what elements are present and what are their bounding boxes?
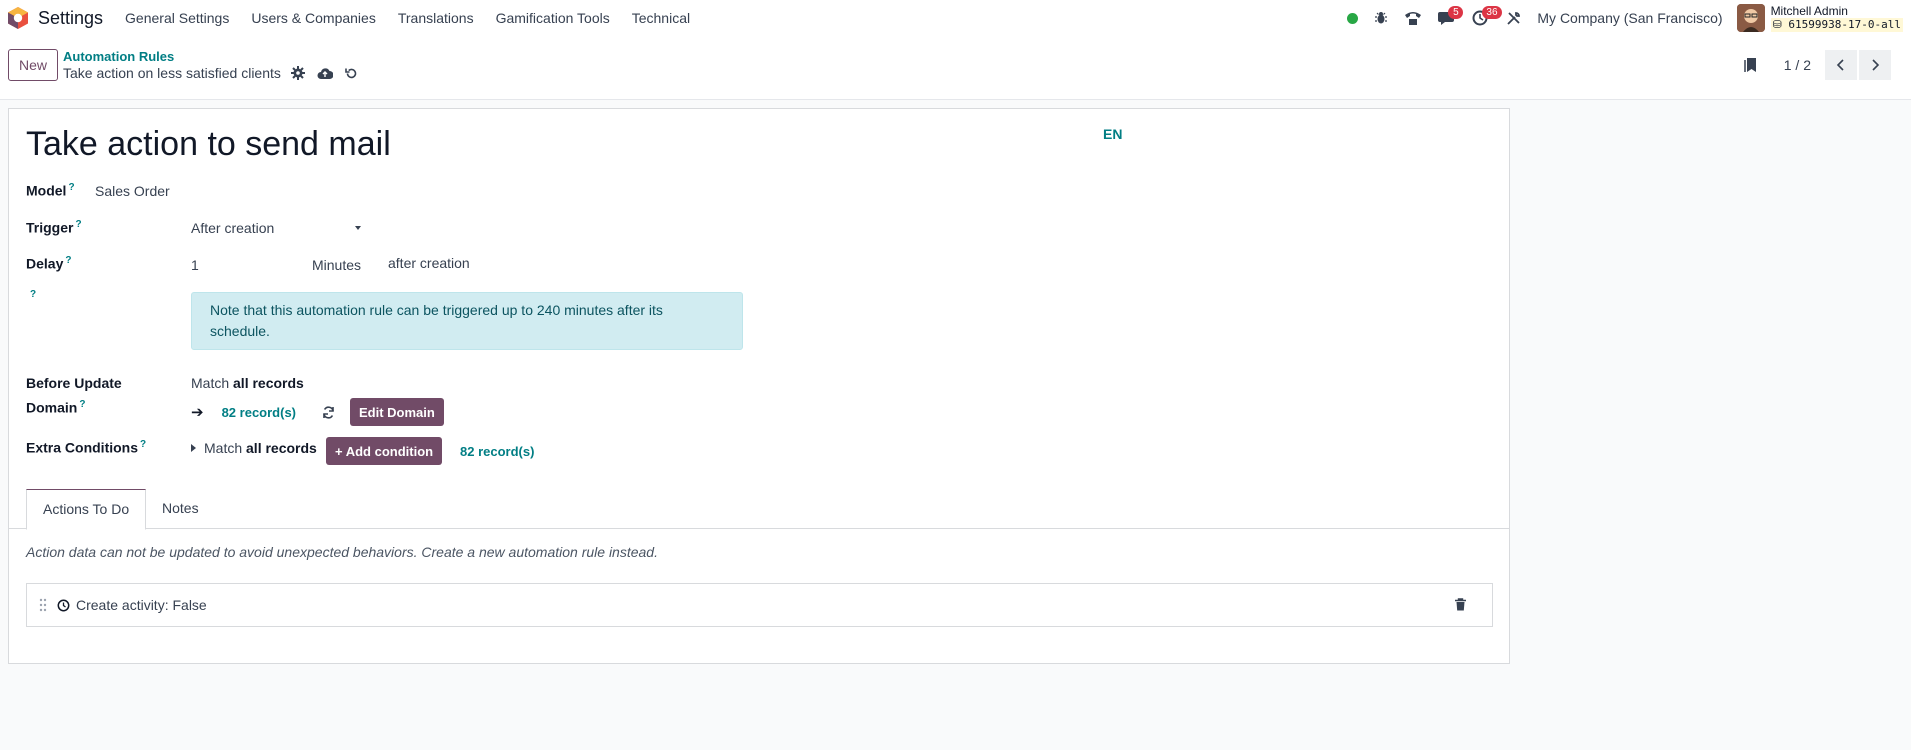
debug-bug-icon[interactable] [1374,11,1388,25]
user-avatar[interactable] [1736,4,1765,32]
domain-record-count-link[interactable]: 82 record(s) [222,405,296,420]
pager: 1 / 2 [1744,50,1891,80]
actions-readonly-note: Action data can not be updated to avoid … [26,544,658,560]
help-tooltip-icon[interactable]: ? [65,255,71,266]
action-list-item[interactable]: Create activity: False [26,583,1493,627]
tab-notes[interactable]: Notes [146,489,215,529]
user-menu[interactable]: Mitchell Admin ⛁ 61599938-17-0-all [1770,4,1903,32]
alert-info: Note that this automation rule can be tr… [191,292,743,350]
menu-technical[interactable]: Technical [632,10,690,26]
breadcrumb-automation-rules[interactable]: Automation Rules [63,49,174,64]
voip-phone-icon[interactable] [1404,10,1422,26]
pager-previous-button[interactable] [1825,50,1857,80]
rule-name-input[interactable]: Take action to send mail [26,125,391,164]
trigger-select[interactable]: After creation [191,220,361,236]
top-navbar: Settings General Settings Users & Compan… [0,0,1911,36]
delay-input[interactable]: 1 [191,257,199,273]
new-button[interactable]: New [8,49,59,81]
activities-count-badge: 36 [1482,6,1502,19]
menu-general-settings[interactable]: General Settings [125,10,229,26]
extra-conditions-label: Extra Conditions? [26,439,147,456]
pager-next-button[interactable] [1859,50,1891,80]
menu-users-companies[interactable]: Users & Companies [251,10,376,26]
delay-suffix: after creation [388,255,470,271]
tab-actions-to-do[interactable]: Actions To Do [26,489,147,530]
extra-conditions-record-count-link[interactable]: 82 record(s) [460,444,534,459]
chevron-left-icon [1836,59,1844,71]
domain-records-row: ➔ 82 record(s) [191,398,335,426]
trigger-label: Trigger? [26,219,82,236]
systray: 5 36 My Company (San Francisco) Mitchell… [1347,0,1911,36]
odoo-app-logo-icon[interactable] [6,6,30,30]
gear-icon[interactable] [290,66,305,80]
help-tooltip-icon[interactable]: ? [79,399,85,410]
arrow-right-icon: ➔ [191,404,204,421]
messages-count-badge: 5 [1448,6,1464,19]
control-panel: New Automation Rules Take action on less… [0,36,1911,100]
database-name: ⛁ 61599938-17-0-all [1770,18,1903,32]
chevron-right-icon [1872,59,1880,71]
extra-conditions-summary[interactable]: Match all records [191,440,317,456]
action-label: Create activity: False [76,597,207,613]
add-condition-button[interactable]: + Add condition [326,437,443,465]
app-name[interactable]: Settings [38,8,103,29]
model-label: Model? [26,182,75,199]
help-tooltip-icon[interactable]: ? [75,219,81,230]
refresh-icon[interactable] [322,405,335,419]
model-value[interactable]: Sales Order [95,183,170,199]
help-tooltip-icon[interactable]: ? [30,289,36,300]
presence-status-icon[interactable] [1347,12,1359,24]
breadcrumb-current-record: Take action on less satisfied clients [63,65,370,81]
menu-translations[interactable]: Translations [398,10,474,26]
discard-undo-icon[interactable] [345,67,358,80]
user-name: Mitchell Admin [1770,4,1848,18]
activities-clock-icon[interactable]: 36 [1472,6,1502,26]
clock-icon [57,599,70,612]
messages-chat-icon[interactable]: 5 [1438,6,1464,26]
translate-language-button[interactable]: EN [1103,126,1122,142]
menu-gamification-tools[interactable]: Gamification Tools [496,10,610,26]
caret-down-icon [355,226,361,230]
before-update-domain-label: Before Update Domain? [26,375,122,416]
help-tooltip-icon[interactable]: ? [140,439,146,450]
tools-wrench-icon[interactable] [1506,11,1521,26]
trigger-select-value: After creation [191,220,275,236]
bookmark-icon[interactable] [1744,57,1758,73]
delay-unit-select[interactable]: Minutes [312,257,361,273]
before-update-domain-summary: Match all records [191,375,304,391]
cloud-save-icon[interactable] [317,67,333,80]
edit-domain-button[interactable]: Edit Domain [350,398,444,426]
drag-handle-icon[interactable] [39,598,47,612]
trash-delete-icon[interactable] [1455,598,1466,614]
company-switcher[interactable]: My Company (San Francisco) [1537,10,1722,26]
notebook-tabs: Actions To Do Notes [9,489,1509,530]
pager-value[interactable]: 1 / 2 [1784,57,1811,73]
help-tooltip-icon[interactable]: ? [68,182,74,193]
caret-right-icon [191,444,196,452]
record-name: Take action on less satisfied clients [63,65,281,81]
form-sheet: Take action to send mail EN Model? Sales… [8,108,1510,664]
delay-label: Delay? [26,255,72,272]
